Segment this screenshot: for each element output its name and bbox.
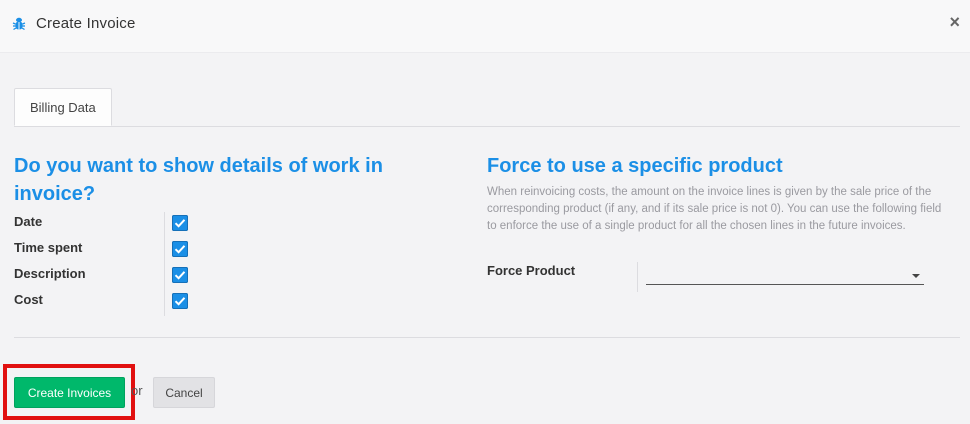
checkmark-icon [174, 219, 186, 228]
force-product-row: Force Product [487, 262, 942, 292]
cost-label: Cost [14, 292, 43, 307]
checkmark-icon [174, 245, 186, 254]
date-checkbox[interactable] [172, 215, 188, 231]
time-spent-label: Time spent [14, 240, 83, 255]
tab-billing-data[interactable]: Billing Data [14, 88, 112, 126]
details-section-title: Do you want to show details of work in i… [14, 155, 383, 205]
time-spent-checkbox[interactable] [172, 241, 188, 257]
force-product-select[interactable] [646, 266, 924, 285]
close-icon[interactable]: × [949, 12, 960, 32]
details-section: Do you want to show details of work in i… [14, 152, 444, 316]
dialog-header: Create Invoice × [0, 0, 970, 53]
force-product-help: When reinvoicing costs, the amount on th… [487, 186, 942, 232]
field-row-date: Date [14, 212, 214, 238]
force-product-title: Force to use a specific product [487, 155, 783, 177]
dialog-footer: Create Invoices or Cancel [0, 362, 970, 424]
force-product-label: Force Product [487, 263, 576, 278]
create-invoices-button[interactable]: Create Invoices [14, 377, 125, 408]
field-row-description: Description [14, 264, 214, 290]
checkmark-icon [174, 297, 186, 306]
date-label: Date [14, 214, 43, 229]
description-checkbox[interactable] [172, 267, 188, 283]
cancel-button[interactable]: Cancel [153, 377, 215, 408]
footer-divider [14, 337, 960, 338]
bug-icon [12, 16, 26, 32]
tab-bar: Billing Data [14, 88, 960, 127]
field-row-cost: Cost [14, 290, 214, 316]
description-label: Description [14, 266, 86, 281]
checkmark-icon [174, 271, 186, 280]
field-row-time-spent: Time spent [14, 238, 214, 264]
or-text: or [131, 383, 143, 398]
force-product-section: Force to use a specific product When rei… [487, 152, 942, 292]
caret-down-icon [912, 274, 920, 278]
cost-checkbox[interactable] [172, 293, 188, 309]
field-divider [637, 262, 638, 292]
dialog-title: Create Invoice [36, 15, 136, 32]
details-fields: Date Time spent Description Cost [14, 212, 214, 316]
create-invoice-dialog: Create Invoice × Billing Data Do you wan… [0, 0, 970, 424]
